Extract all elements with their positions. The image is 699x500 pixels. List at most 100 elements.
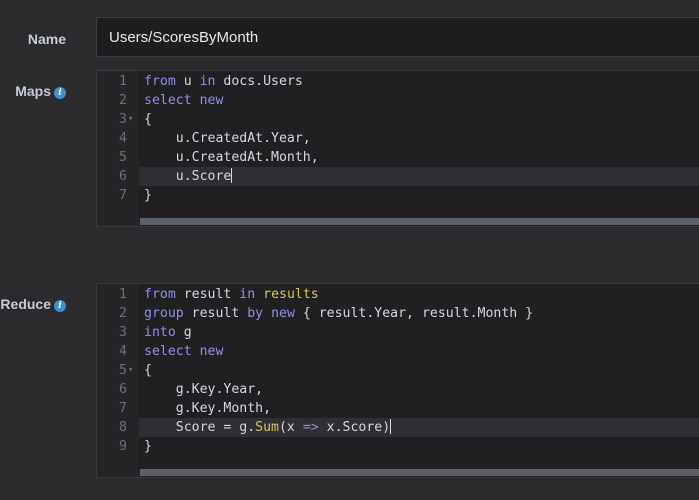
code-token: { [144, 363, 152, 378]
maps-code-editor[interactable]: 1 from u in docs.Users 2 select new 3 ▾ {4 u.C… [96, 70, 699, 227]
code-token: u.CreatedAt.Month, [144, 150, 319, 165]
name-label: Name [0, 31, 66, 47]
info-icon[interactable]: i [54, 87, 66, 99]
code-token: u.Score [144, 169, 232, 184]
maps-label: Maps i [0, 83, 66, 99]
text-cursor [231, 168, 233, 183]
code-text: u.Score [144, 167, 233, 186]
code-line[interactable]: 6 g.Key.Year, [97, 380, 699, 399]
keyword-token: group [144, 306, 184, 321]
line-number: 6 [119, 169, 127, 184]
code-token: (x [278, 420, 303, 435]
line-number: 7 [119, 188, 127, 203]
code-token: { [144, 112, 152, 127]
code-text: from u in docs.Users [144, 72, 303, 91]
reduce-label-text: Reduce [0, 296, 51, 312]
keyword-token: new [199, 93, 224, 108]
info-icon[interactable]: i [54, 300, 66, 312]
code-text: group result by new { result.Year, resul… [144, 304, 533, 323]
code-text: g.Key.Year, [144, 380, 263, 399]
keyword-token: select [144, 344, 192, 359]
code-line[interactable]: 1 from u in docs.Users [97, 72, 699, 91]
code-text: g.Key.Month, [144, 399, 271, 418]
code-token: u [175, 74, 200, 89]
line-number: 1 [119, 74, 127, 89]
function-token: results [263, 287, 319, 302]
code-line[interactable]: 9} [97, 437, 699, 456]
text-cursor [390, 419, 392, 434]
line-number: 3 [119, 112, 127, 127]
code-token: g.Key.Year, [144, 382, 264, 397]
line-number: 7 [119, 401, 127, 416]
maps-label-text: Maps [15, 83, 51, 99]
code-line[interactable]: 2 select new [97, 91, 699, 110]
code-token: g.Key.Month, [144, 401, 272, 416]
keyword-token: into [144, 325, 176, 340]
code-text: } [144, 437, 152, 456]
line-number: 8 [119, 420, 127, 435]
code-line[interactable]: 4 u.CreatedAt.Year, [97, 129, 699, 148]
code-text: u.CreatedAt.Year, [144, 129, 311, 148]
code-line[interactable]: 7} [97, 186, 699, 205]
fold-arrow-icon[interactable]: ▾ [128, 110, 133, 129]
code-line[interactable]: 7 g.Key.Month, [97, 399, 699, 418]
line-number: 6 [119, 382, 127, 397]
code-text: { [144, 361, 152, 380]
keyword-token: new [199, 344, 224, 359]
code-line[interactable]: 4 select new [97, 342, 699, 361]
code-lines: 1 from result in results 2 group result by … [97, 285, 699, 456]
keyword-token: in [199, 74, 216, 89]
line-number: 9 [119, 439, 127, 454]
code-token: } [144, 188, 152, 203]
code-line[interactable]: 1 from result in results [97, 285, 699, 304]
code-token: docs.Users [215, 74, 303, 89]
code-text: } [144, 186, 152, 205]
code-text: select new [144, 91, 223, 110]
code-text: select new [144, 342, 223, 361]
code-token: result [175, 287, 240, 302]
code-line[interactable]: 8 Score = g.Sum(x => x.Score) [97, 418, 699, 437]
line-number: 1 [119, 287, 127, 302]
code-text: { [144, 110, 152, 129]
keyword-token: new [271, 306, 295, 321]
keyword-token: from [144, 74, 176, 89]
line-number: 2 [119, 306, 127, 321]
code-token: g [175, 325, 192, 340]
line-number: 5 [119, 150, 127, 165]
code-line[interactable]: 6 u.Score [97, 167, 699, 186]
code-token: { result.Year, result.Month } [294, 306, 534, 321]
horizontal-scrollbar[interactable] [140, 469, 699, 476]
fold-arrow-icon[interactable]: ▾ [128, 361, 133, 380]
horizontal-scrollbar[interactable] [140, 218, 699, 225]
code-text: u.CreatedAt.Month, [144, 148, 319, 167]
name-label-text: Name [27, 31, 66, 47]
line-number: 4 [119, 131, 127, 146]
index-name-input[interactable] [96, 17, 699, 57]
reduce-label: Reduce i [0, 296, 66, 312]
line-number: 4 [119, 344, 127, 359]
code-line[interactable]: 5 ▾ { [97, 361, 699, 380]
keyword-token: => [302, 420, 319, 435]
code-token: } [144, 439, 152, 454]
keyword-token: select [144, 93, 192, 108]
code-token: Score = g. [144, 420, 256, 435]
code-token: u.CreatedAt.Year, [144, 131, 311, 146]
code-lines: 1 from u in docs.Users 2 select new 3 ▾ {4 u.C… [97, 72, 699, 205]
code-line[interactable]: 5 u.CreatedAt.Month, [97, 148, 699, 167]
code-line[interactable]: 3 ▾ { [97, 110, 699, 129]
code-line[interactable]: 3 into g [97, 323, 699, 342]
index-editor-page: Name Mapsi 1from u in docs.Users2select … [0, 0, 699, 500]
keyword-token: by [247, 306, 264, 321]
code-text: into g [144, 323, 192, 342]
code-token: x.Score) [318, 420, 391, 435]
code-line[interactable]: 2 group result by new { result.Year, resu… [97, 304, 699, 323]
code-token: result [183, 306, 248, 321]
line-number: 5 [119, 363, 127, 378]
code-text: Score = g.Sum(x => x.Score) [144, 418, 392, 437]
reduce-code-editor[interactable]: 1 from result in results 2 group result by … [96, 283, 699, 478]
line-number: 2 [119, 93, 127, 108]
